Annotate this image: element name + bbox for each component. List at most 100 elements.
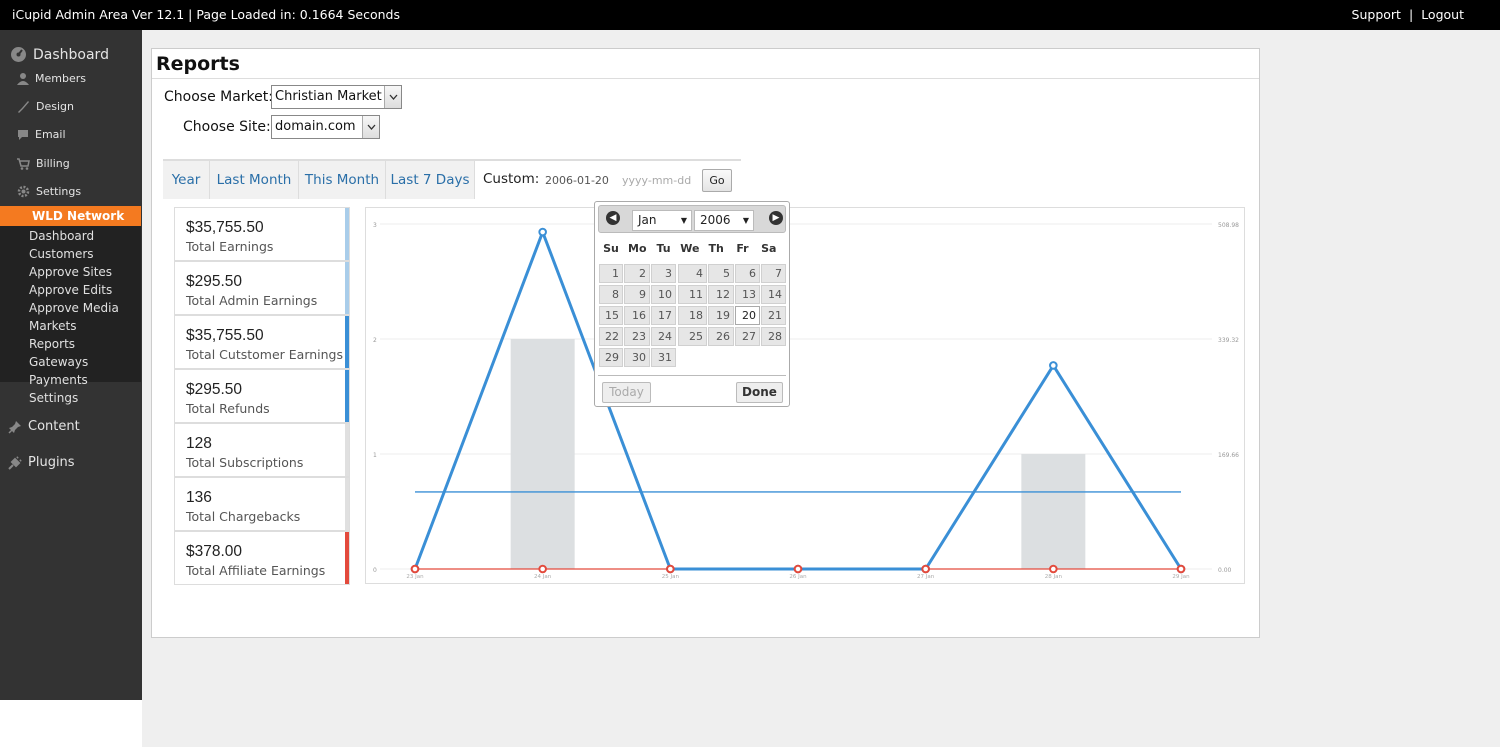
tab-year[interactable]: Year: [163, 161, 210, 199]
nav-settings[interactable]: Settings: [17, 185, 81, 198]
x-tick-label: 24 Jan: [534, 574, 552, 580]
weekday-header: Sa: [761, 242, 777, 255]
calendar-day[interactable]: 9: [624, 285, 650, 304]
stat-value: $378.00: [186, 543, 243, 560]
calendar-day[interactable]: 22: [599, 327, 623, 346]
subnav-item[interactable]: Approve Edits: [29, 283, 112, 297]
x-tick-label: 28 Jan: [1045, 574, 1063, 580]
nav-email-label: Email: [35, 128, 66, 141]
market-select[interactable]: Christian Market: [271, 85, 402, 109]
subnav-item[interactable]: Markets: [29, 319, 77, 333]
calendar-day[interactable]: 25: [678, 327, 707, 346]
calendar-day[interactable]: 28: [761, 327, 786, 346]
subnav-item[interactable]: Reports: [29, 337, 75, 351]
calendar-day[interactable]: 30: [624, 348, 650, 367]
calendar-day[interactable]: 13: [735, 285, 760, 304]
nav-plugins-label: Plugins: [28, 455, 75, 470]
stat-card: $35,755.50 Total Earnings: [174, 207, 350, 261]
tab-last-7-days[interactable]: Last 7 Days: [386, 161, 475, 199]
calendar-day[interactable]: 15: [599, 306, 623, 325]
chevron-down-icon: [362, 116, 379, 138]
start-date-input[interactable]: 2006-01-20: [545, 174, 609, 187]
logout-link[interactable]: Logout: [1421, 7, 1464, 22]
calendar-day[interactable]: 1: [599, 264, 623, 283]
stat-value: $295.50: [186, 381, 243, 398]
chart-bar: [510, 339, 575, 569]
go-button[interactable]: Go: [702, 169, 732, 192]
subnav-item[interactable]: Approve Sites: [29, 265, 112, 279]
weekday-header: Tu: [656, 242, 671, 255]
calendar-day[interactable]: 8: [599, 285, 623, 304]
nav-content[interactable]: Content: [8, 419, 80, 434]
calendar-day[interactable]: 20: [735, 306, 760, 325]
calendar-day[interactable]: 16: [624, 306, 650, 325]
weekday-header: Mo: [628, 242, 647, 255]
calendar-day[interactable]: 6: [735, 264, 760, 283]
stat-card: 128 Total Subscriptions: [174, 423, 350, 477]
month-select[interactable]: Jan ▼: [632, 210, 692, 231]
comment-icon: [18, 129, 28, 140]
site-select[interactable]: domain.com: [271, 115, 380, 139]
nav-plugins[interactable]: Plugins: [8, 455, 75, 470]
calendar-day[interactable]: 29: [599, 348, 623, 367]
calendar-day[interactable]: 14: [761, 285, 786, 304]
top-separator: |: [1408, 7, 1414, 22]
calendar-day[interactable]: 17: [651, 306, 676, 325]
subnav-item[interactable]: Payments: [29, 373, 88, 387]
nav-design[interactable]: Design: [17, 100, 74, 113]
done-button[interactable]: Done: [736, 382, 783, 403]
year-value: 2006: [700, 213, 731, 227]
calendar-day[interactable]: 5: [708, 264, 734, 283]
next-month-icon[interactable]: ▶: [769, 211, 783, 225]
weekday-header: Fr: [736, 242, 749, 255]
calendar-day[interactable]: 24: [651, 327, 676, 346]
nav-email[interactable]: Email: [17, 128, 66, 141]
subnav-item[interactable]: Approve Media: [29, 301, 119, 315]
nav-members[interactable]: Members: [17, 72, 86, 85]
calendar-day[interactable]: 2: [624, 264, 650, 283]
subnav-item[interactable]: Settings: [29, 391, 78, 405]
subnav-item[interactable]: Customers: [29, 247, 94, 261]
today-button[interactable]: Today: [602, 382, 651, 403]
nav-wld-network[interactable]: WLD Network: [0, 206, 141, 226]
y-tick-right: 169.66: [1218, 452, 1239, 459]
date-range-tabs: Year Last Month This Month Last 7 Days C…: [163, 159, 741, 199]
subnav-item[interactable]: Dashboard: [29, 229, 94, 243]
wld-network-submenu: Dashboard Customers Approve Sites Approv…: [0, 226, 141, 405]
y-tick-left: 0: [373, 567, 377, 574]
calendar-day[interactable]: 19: [708, 306, 734, 325]
chart-point: [538, 564, 547, 574]
calendar-day[interactable]: 21: [761, 306, 786, 325]
calendar-day[interactable]: 18: [678, 306, 707, 325]
prev-month-icon[interactable]: ◀: [606, 211, 620, 225]
tab-last-month[interactable]: Last Month: [210, 161, 299, 199]
subnav-item[interactable]: Gateways: [29, 355, 88, 369]
calendar-day[interactable]: 7: [761, 264, 786, 283]
tab-this-month[interactable]: This Month: [299, 161, 386, 199]
user-icon: [17, 73, 29, 85]
nav-billing[interactable]: Billing: [17, 157, 70, 170]
calendar-day[interactable]: 12: [708, 285, 734, 304]
plug-icon: [8, 455, 22, 470]
calendar-day[interactable]: 3: [651, 264, 676, 283]
calendar-day[interactable]: 31: [651, 348, 676, 367]
chart-bar: [1021, 454, 1086, 569]
stat-card: $295.50 Total Admin Earnings: [174, 261, 350, 315]
year-select[interactable]: 2006 ▼: [694, 210, 754, 231]
chart-svg: 0 0.001 169.662 339.323 508.9823 Jan 24 Jan 25…: [373, 222, 1239, 580]
calendar-day[interactable]: 4: [678, 264, 707, 283]
support-link[interactable]: Support: [1352, 7, 1401, 22]
calendar-day[interactable]: 10: [651, 285, 676, 304]
chart-point: [1049, 361, 1058, 370]
end-date-input[interactable]: yyyy-mm-dd: [622, 174, 691, 187]
stat-value: $295.50: [186, 273, 243, 290]
calendar-day[interactable]: 26: [708, 327, 734, 346]
stat-accent-bar: [345, 532, 349, 584]
calendar-day[interactable]: 23: [624, 327, 650, 346]
calendar-day[interactable]: 11: [678, 285, 707, 304]
stats-list: $35,755.50 Total Earnings $295.50 Total Adm…: [174, 207, 350, 585]
chart-point: [1049, 564, 1058, 574]
calendar-day[interactable]: 27: [735, 327, 760, 346]
nav-dashboard[interactable]: Dashboard: [10, 46, 109, 63]
month-value: Jan: [638, 213, 657, 227]
